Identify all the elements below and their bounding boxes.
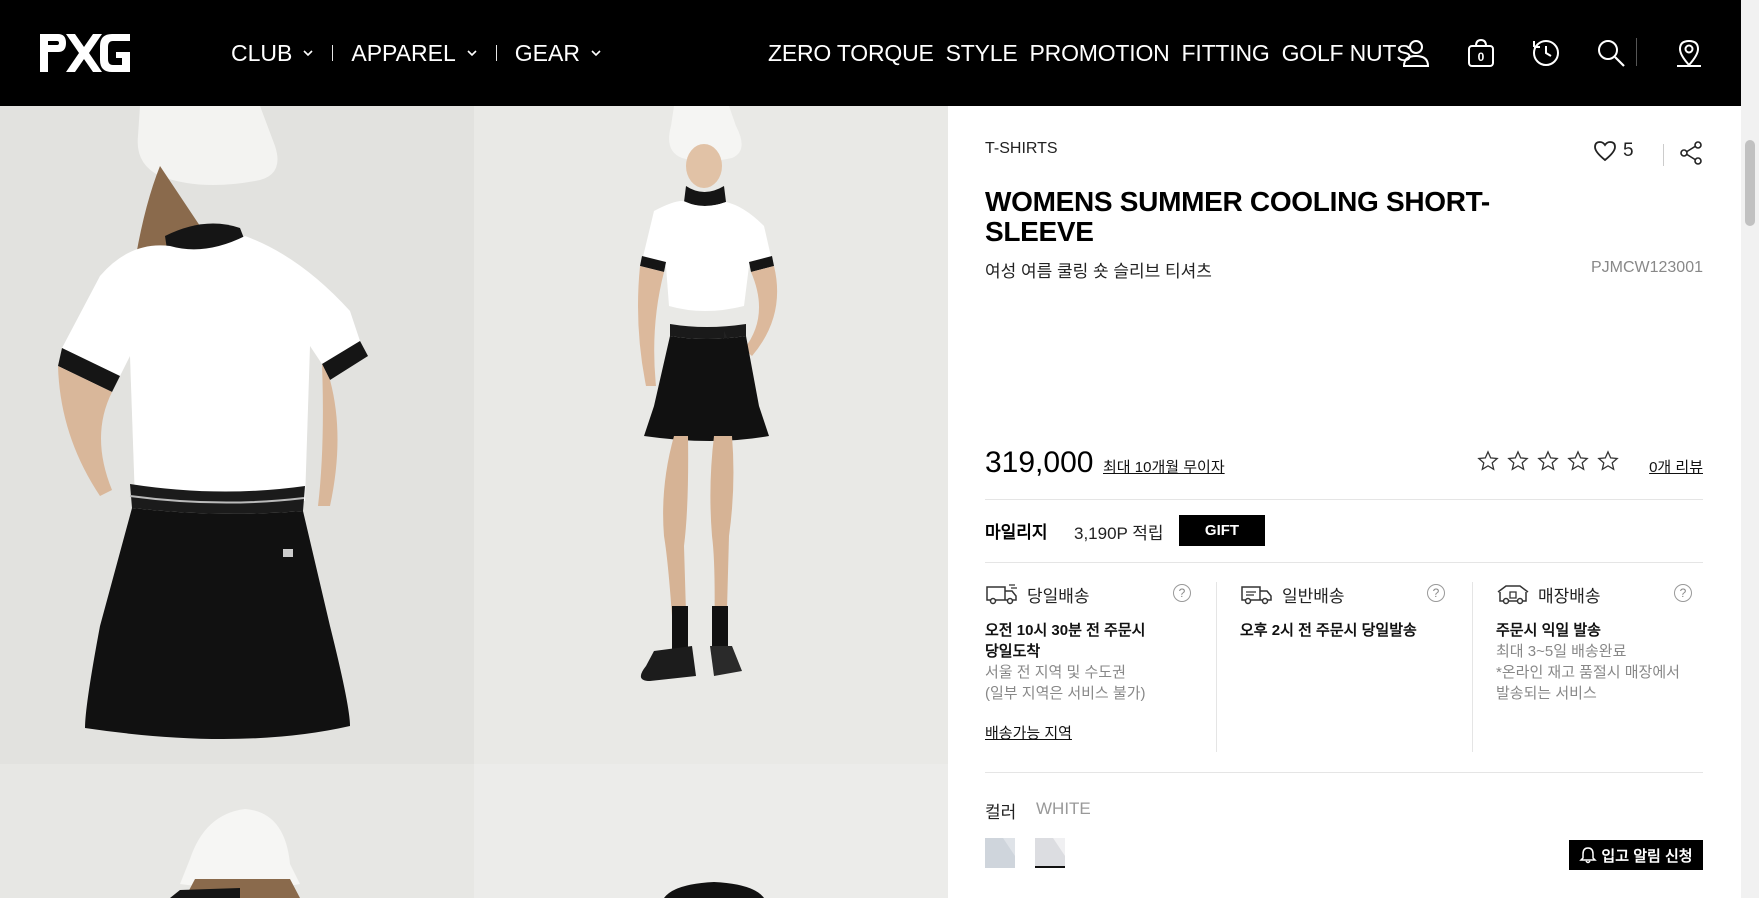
cart-count: 0 <box>1478 50 1485 64</box>
nav-divider <box>495 45 497 61</box>
shipping-store: 매장배송 ? 주문시 익일 발송 최대 3~5일 배송완료 *온라인 재고 품절… <box>1496 582 1703 704</box>
top-nav-bar: CLUB APPAREL GEAR ZERO TORQUE STYLE PROM… <box>0 0 1741 106</box>
nav-gear-label: GEAR <box>514 39 580 66</box>
bell-icon <box>1579 847 1598 864</box>
shipping-divider <box>1216 582 1217 752</box>
nav-style[interactable]: STYLE <box>946 40 1018 67</box>
shipping-label: 일반배송 <box>1282 586 1345 606</box>
color-label: 컬러 <box>985 803 1017 822</box>
chevron-down-icon <box>467 50 477 57</box>
share-icon[interactable] <box>1678 140 1704 166</box>
truck-icon <box>1241 586 1272 605</box>
help-icon[interactable]: ? <box>1173 584 1191 602</box>
product-code: PJMCW123001 <box>1590 259 1703 276</box>
shipping-divider <box>1472 582 1473 752</box>
nav-golf-nuts[interactable]: GOLF NUTS <box>1282 40 1412 67</box>
reviews-link[interactable]: 0개 리뷰 <box>1649 456 1703 477</box>
same-day-truck-icon <box>986 584 1017 605</box>
nav-zero-torque[interactable]: ZERO TORQUE <box>768 40 934 67</box>
installment-link[interactable]: 최대 10개월 무이자 <box>1103 456 1225 477</box>
nav-apparel[interactable]: APPAREL <box>351 40 477 67</box>
store-truck-icon <box>1497 585 1529 605</box>
product-image-front[interactable] <box>474 106 948 764</box>
gift-button[interactable]: GIFT <box>1179 515 1265 546</box>
nav-promotion[interactable]: PROMOTION <box>1030 40 1170 67</box>
nav-apparel-label: APPAREL <box>351 39 456 66</box>
product-category[interactable]: T-SHIRTS <box>985 140 1058 158</box>
shipping-main: 주문시 익일 발송 <box>1496 622 1601 639</box>
nav-fitting[interactable]: FITTING <box>1182 40 1270 67</box>
star-icon <box>1507 450 1529 471</box>
shipping-main: 오전 10시 30분 전 주문시 당일도착 <box>985 622 1146 660</box>
product-title: WOMENS SUMMER COOLING SHORT-SLEEVE <box>985 186 1490 247</box>
mileage-label: 마일리지 <box>985 523 1048 542</box>
shipping-sub: 최대 3~5일 배송완료 *온라인 재고 품절시 매장에서 발송되는 서비스 <box>1496 643 1680 702</box>
product-price: 319,000 <box>985 446 1094 479</box>
pxg-logo[interactable] <box>36 30 134 76</box>
divider <box>985 562 1703 563</box>
nav-divider <box>332 45 334 61</box>
product-subtitle: 여성 여름 쿨링 숏 슬리브 티셔츠 <box>985 262 1212 281</box>
rating-stars[interactable] <box>1477 450 1627 472</box>
page-scrollbar[interactable] <box>1741 0 1759 898</box>
star-icon <box>1477 450 1499 471</box>
nav-club[interactable]: CLUB <box>231 40 314 67</box>
star-icon <box>1597 450 1619 471</box>
divider <box>985 772 1703 773</box>
like-share-divider <box>1663 144 1664 166</box>
help-icon[interactable]: ? <box>1427 584 1445 602</box>
product-image-skirt[interactable] <box>474 764 948 898</box>
history-icon[interactable] <box>1526 33 1566 73</box>
star-icon <box>1567 450 1589 471</box>
search-icon[interactable] <box>1591 33 1631 73</box>
restock-notify-label: 입고 알림 신청 <box>1601 847 1693 865</box>
scrollbar-thumb[interactable] <box>1745 140 1755 226</box>
header-divider <box>1636 38 1637 66</box>
like-count: 5 <box>1623 140 1634 161</box>
color-swatch[interactable] <box>985 838 1015 868</box>
chevron-down-icon <box>303 50 313 57</box>
nav-club-label: CLUB <box>231 39 293 66</box>
heart-icon <box>1594 141 1616 162</box>
shipping-area-link[interactable]: 배송가능 지역 <box>985 722 1185 743</box>
user-icon[interactable] <box>1396 33 1436 73</box>
nav-gear[interactable]: GEAR <box>515 40 602 67</box>
color-swatch-selected[interactable] <box>1035 838 1065 868</box>
store-locator-icon[interactable] <box>1669 33 1709 73</box>
color-value: WHITE <box>1036 799 1091 818</box>
shipping-label: 당일배송 <box>1027 586 1090 606</box>
divider <box>985 499 1703 500</box>
cart-icon[interactable]: 0 <box>1461 33 1501 73</box>
primary-nav: CLUB APPAREL GEAR <box>231 0 602 106</box>
shipping-label: 매장배송 <box>1538 586 1601 606</box>
product-image-back[interactable] <box>0 106 474 764</box>
mileage-value: 3,190P 적립 <box>1074 524 1164 543</box>
restock-notify-button[interactable]: 입고 알림 신청 <box>1569 840 1703 870</box>
like-button[interactable]: 5 <box>1593 140 1634 162</box>
shipping-sub: 서울 전 지역 및 수도권 (일부 지역은 서비스 불가) <box>985 664 1146 702</box>
product-image-side[interactable] <box>0 764 474 898</box>
product-gallery <box>0 106 948 898</box>
chevron-down-icon <box>591 50 601 57</box>
shipping-standard: 일반배송 ? 오후 2시 전 주문시 당일발송 <box>1240 582 1445 641</box>
shipping-same-day: 당일배송 ? 오전 10시 30분 전 주문시 당일도착 서울 전 지역 및 수… <box>985 582 1191 743</box>
help-icon[interactable]: ? <box>1674 584 1692 602</box>
star-icon <box>1537 450 1559 471</box>
secondary-nav: ZERO TORQUE STYLE PROMOTION FITTING GOLF… <box>768 0 1423 106</box>
shipping-main: 오후 2시 전 주문시 당일발송 <box>1240 622 1417 639</box>
